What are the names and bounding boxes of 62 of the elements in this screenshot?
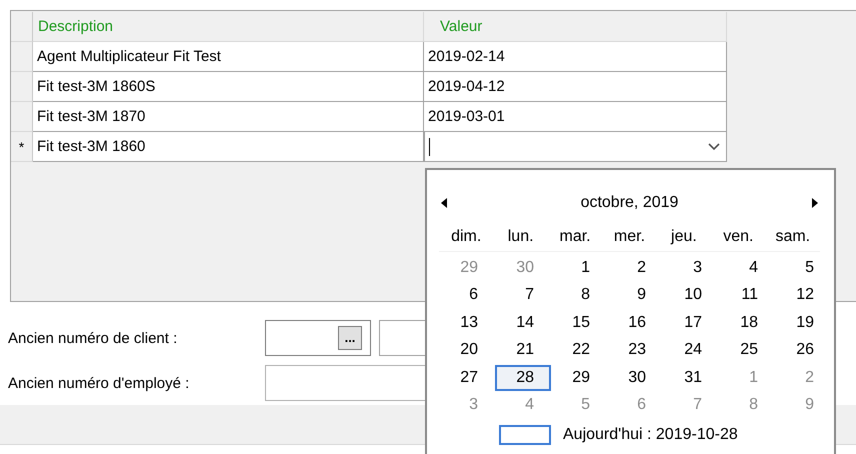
triangle-right-icon bbox=[812, 198, 818, 208]
calendar-day[interactable]: 25 bbox=[719, 337, 775, 364]
calendar-day[interactable]: 24 bbox=[663, 337, 719, 364]
calendar-day[interactable]: 16 bbox=[607, 310, 663, 336]
row-header[interactable] bbox=[11, 72, 33, 102]
triangle-left-icon bbox=[441, 198, 447, 208]
calendar-day[interactable]: 19 bbox=[775, 310, 831, 336]
calendar-day[interactable]: 12 bbox=[775, 282, 831, 308]
table-cell: Fit test-3M 1870 bbox=[33, 102, 424, 132]
table-cell: 2019-04-12 bbox=[424, 72, 727, 102]
calendar-day[interactable]: 23 bbox=[607, 337, 663, 364]
field-label: Ancien numéro de client : bbox=[8, 330, 178, 346]
weekday-label: jeu. bbox=[670, 228, 698, 246]
calendar-day[interactable]: 21 bbox=[495, 337, 551, 364]
date-picker-field[interactable] bbox=[424, 132, 727, 162]
weekday-label: mer. bbox=[612, 228, 646, 246]
next-month-button[interactable] bbox=[810, 196, 820, 210]
table-cell: Fit test-3M 1860 bbox=[33, 132, 424, 162]
weekday-label: dim. bbox=[450, 228, 482, 246]
calendar-day[interactable]: 9 bbox=[607, 282, 663, 308]
calendar-day[interactable]: 15 bbox=[551, 310, 607, 336]
calendar-day[interactable]: 31 bbox=[663, 364, 719, 391]
calendar-day[interactable]: 20 bbox=[439, 337, 495, 364]
calendar-day[interactable]: 26 bbox=[775, 337, 831, 364]
calendar-day[interactable]: 18 bbox=[719, 310, 775, 336]
calendar-day[interactable]: 28 bbox=[495, 364, 551, 391]
calendar-day[interactable]: 27 bbox=[439, 364, 495, 391]
calendar-day[interactable]: 7 bbox=[495, 282, 551, 308]
weekday-label: sam. bbox=[774, 228, 812, 246]
calendar-day[interactable]: 10 bbox=[663, 282, 719, 308]
calendar-day[interactable]: 14 bbox=[495, 310, 551, 336]
field-label: Ancien numéro d'employé : bbox=[8, 374, 190, 392]
table-cell: 2019-03-01 bbox=[424, 102, 727, 132]
weekday-label: ven. bbox=[722, 228, 754, 246]
calendar-day[interactable]: 2 bbox=[607, 254, 663, 281]
today-link[interactable]: Aujourd'hui : 2019-10-28 bbox=[563, 426, 738, 444]
table-cell: 2019-02-14 bbox=[424, 42, 727, 72]
calendar-day[interactable]: 3 bbox=[663, 254, 719, 281]
calendar-day[interactable]: 22 bbox=[551, 337, 607, 364]
today-marker-icon bbox=[499, 425, 551, 445]
weekday-label: mar. bbox=[558, 228, 592, 246]
previous-month-button[interactable] bbox=[439, 196, 449, 210]
row-header[interactable] bbox=[11, 42, 33, 72]
calendar-day[interactable]: 11 bbox=[719, 282, 775, 308]
calendar-day[interactable]: 5 bbox=[775, 254, 831, 281]
calendar-day[interactable]: 6 bbox=[439, 282, 495, 308]
calendar-day[interactable]: 8 bbox=[551, 282, 607, 308]
row-header[interactable]: * bbox=[11, 132, 33, 162]
calendar-day[interactable]: 1 bbox=[551, 254, 607, 281]
table-cell: Fit test-3M 1860S bbox=[33, 72, 424, 102]
month-title[interactable]: octobre, 2019 bbox=[580, 194, 678, 212]
chevron-down-icon[interactable] bbox=[708, 142, 720, 150]
calendar-day[interactable]: 29 bbox=[551, 364, 607, 391]
input-field[interactable]: ... bbox=[265, 320, 371, 356]
weekday-label: lun. bbox=[506, 228, 535, 246]
row-header[interactable] bbox=[11, 102, 33, 132]
calendar-day[interactable]: 13 bbox=[439, 310, 495, 336]
table-cell: Agent Multiplicateur Fit Test bbox=[33, 42, 424, 72]
calendar-day[interactable]: 30 bbox=[607, 364, 663, 391]
calendar-day[interactable]: 4 bbox=[719, 254, 775, 281]
browse-button[interactable]: ... bbox=[338, 326, 362, 350]
calendar-day[interactable]: 17 bbox=[663, 310, 719, 336]
